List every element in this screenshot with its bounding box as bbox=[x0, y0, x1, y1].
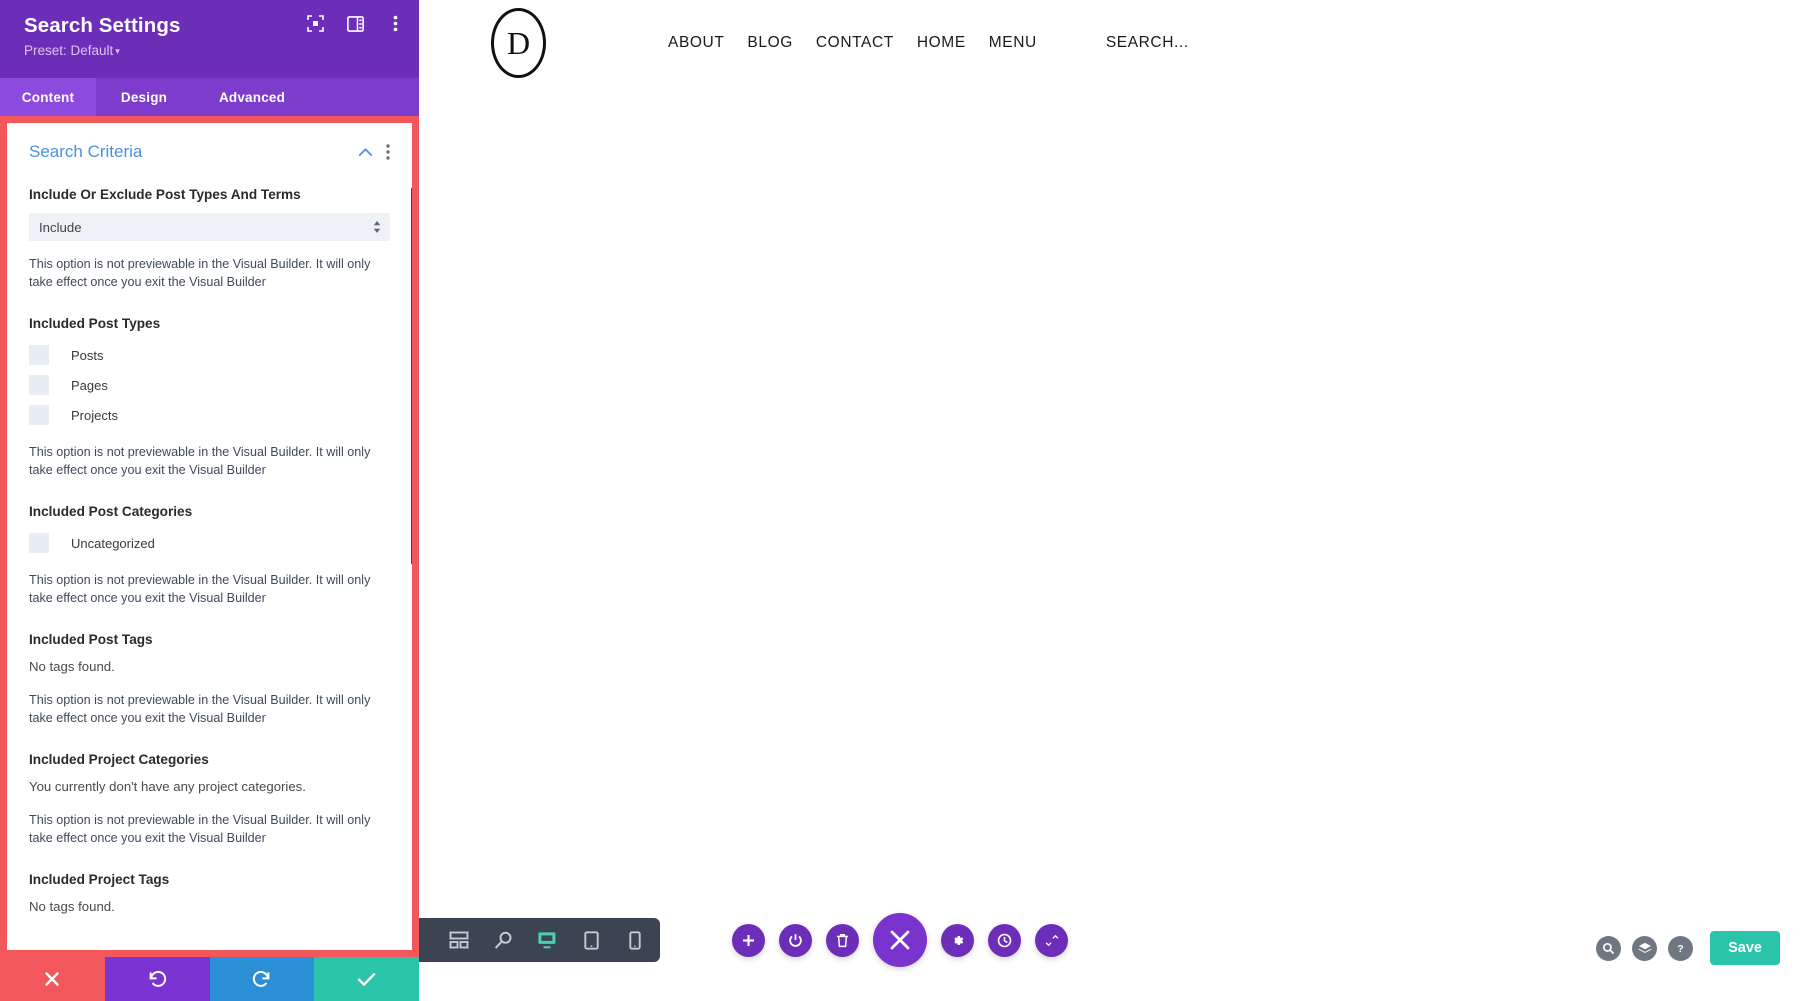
select-arrows-icon bbox=[373, 221, 381, 233]
checkbox-label-posts: Posts bbox=[71, 347, 104, 363]
group-label-included-post-types: Included Post Types bbox=[29, 316, 161, 331]
close-builder-button[interactable] bbox=[873, 913, 927, 967]
panel-header: Search Settings Preset: Default ▾ bbox=[0, 0, 419, 78]
empty-note-project-categories: You currently don't have any project cat… bbox=[29, 779, 306, 794]
section-title: Search Criteria bbox=[29, 142, 143, 161]
nav-item-blog[interactable]: BLOG bbox=[747, 34, 792, 52]
section-kebab-menu-icon[interactable] bbox=[386, 144, 390, 160]
panel-body: Search Criteria Include Or Exclude Post … bbox=[7, 123, 412, 950]
site-nav: ABOUT BLOG CONTACT HOME MENU SEARCH... bbox=[668, 34, 1189, 52]
panel-action-bar bbox=[0, 957, 419, 1001]
group-label-included-project-categories: Included Project Categories bbox=[29, 752, 209, 767]
checkbox-projects[interactable] bbox=[29, 405, 49, 425]
trash-button[interactable] bbox=[826, 923, 859, 957]
site-logo[interactable]: D bbox=[491, 8, 546, 78]
toolbar-zoom-icon[interactable] bbox=[488, 925, 518, 955]
group-label-included-post-tags: Included Post Tags bbox=[29, 632, 153, 647]
toolbar-desktop-icon[interactable] bbox=[532, 925, 562, 955]
tab-content[interactable]: Content bbox=[0, 78, 96, 116]
screen-root: D ABOUT BLOG CONTACT HOME MENU SEARCH... bbox=[0, 0, 1800, 1001]
hint-include-exclude: This option is not previewable in the Vi… bbox=[29, 257, 371, 289]
hint-included-post-tags: This option is not previewable in the Vi… bbox=[29, 693, 371, 725]
panel-header-icons bbox=[306, 14, 405, 33]
settings-button[interactable] bbox=[941, 923, 974, 957]
search-button[interactable] bbox=[1596, 935, 1622, 961]
panel-preset-label: Preset: Default bbox=[24, 43, 114, 58]
include-exclude-select[interactable]: Include bbox=[29, 213, 390, 241]
apply-button[interactable] bbox=[314, 957, 419, 1001]
chevron-down-icon: ▾ bbox=[115, 45, 120, 56]
nav-item-menu[interactable]: MENU bbox=[989, 34, 1037, 52]
checkbox-row-uncategorized[interactable]: Uncategorized bbox=[29, 529, 390, 557]
history-button[interactable] bbox=[988, 923, 1021, 957]
group-label-included-project-tags: Included Project Tags bbox=[29, 872, 170, 887]
checkbox-row-projects[interactable]: Projects bbox=[29, 401, 390, 429]
logo-letter: D bbox=[506, 24, 531, 61]
panel-preset-selector[interactable]: Preset: Default ▾ bbox=[24, 42, 401, 60]
builder-right-controls: ? Save bbox=[1596, 931, 1780, 965]
kebab-menu-icon[interactable] bbox=[386, 14, 405, 33]
page-canvas: D ABOUT BLOG CONTACT HOME MENU SEARCH... bbox=[419, 0, 1800, 1001]
nav-item-contact[interactable]: CONTACT bbox=[816, 34, 894, 52]
nav-item-about[interactable]: ABOUT bbox=[668, 34, 724, 52]
chevron-up-icon[interactable] bbox=[358, 147, 373, 157]
toolbar-phone-icon[interactable] bbox=[620, 925, 650, 955]
panel-tabs: Content Design Advanced bbox=[0, 78, 419, 116]
checkbox-uncategorized[interactable] bbox=[29, 533, 49, 553]
builder-main-controls bbox=[732, 913, 1068, 967]
site-header: D ABOUT BLOG CONTACT HOME MENU SEARCH... bbox=[419, 0, 1800, 86]
panel-scrollbar[interactable] bbox=[411, 187, 412, 565]
toolbar-tablet-icon[interactable] bbox=[576, 925, 606, 955]
focus-icon[interactable] bbox=[306, 14, 325, 33]
toggle-builder-button[interactable] bbox=[779, 923, 812, 957]
toolbar-wireframe-icon[interactable] bbox=[444, 925, 474, 955]
empty-note-post-tags: No tags found. bbox=[29, 659, 115, 674]
discard-button[interactable] bbox=[0, 957, 105, 1001]
checkbox-label-projects: Projects bbox=[71, 407, 118, 423]
checkbox-pages[interactable] bbox=[29, 375, 49, 395]
undo-button[interactable] bbox=[104, 957, 210, 1001]
section-header-search-criteria: Search Criteria bbox=[29, 141, 390, 163]
nav-item-home[interactable]: HOME bbox=[917, 34, 966, 52]
hint-included-post-types: This option is not previewable in the Vi… bbox=[29, 445, 371, 477]
save-button[interactable]: Save bbox=[1710, 931, 1780, 965]
panel-body-highlight: Search Criteria Include Or Exclude Post … bbox=[0, 116, 419, 957]
layout-panel-icon[interactable] bbox=[346, 14, 365, 33]
module-settings-panel: Search Settings Preset: Default ▾ Conten… bbox=[0, 0, 419, 1001]
tab-advanced[interactable]: Advanced bbox=[192, 78, 312, 116]
field-label-include-exclude: Include Or Exclude Post Types And Terms bbox=[29, 187, 301, 202]
empty-note-project-tags: No tags found. bbox=[29, 899, 115, 914]
checkbox-posts[interactable] bbox=[29, 345, 49, 365]
layers-button[interactable] bbox=[1632, 935, 1658, 961]
section-header-icons bbox=[358, 144, 390, 160]
field-include-exclude: Include Or Exclude Post Types And Terms … bbox=[29, 185, 390, 241]
add-section-button[interactable] bbox=[732, 923, 765, 957]
include-exclude-value: Include bbox=[39, 219, 82, 235]
tab-design[interactable]: Design bbox=[96, 78, 192, 116]
builder-device-toolbar bbox=[390, 918, 660, 962]
redo-button[interactable] bbox=[209, 957, 315, 1001]
checkbox-row-posts[interactable]: Posts bbox=[29, 341, 390, 369]
site-search-link[interactable]: SEARCH... bbox=[1106, 34, 1189, 52]
checkbox-label-uncategorized: Uncategorized bbox=[71, 535, 155, 551]
svg-text:?: ? bbox=[1677, 943, 1683, 955]
help-button[interactable]: ? bbox=[1668, 935, 1694, 961]
checkbox-label-pages: Pages bbox=[71, 377, 108, 393]
hint-included-project-categories: This option is not previewable in the Vi… bbox=[29, 813, 371, 845]
group-label-included-post-categories: Included Post Categories bbox=[29, 504, 193, 519]
hint-included-post-categories: This option is not previewable in the Vi… bbox=[29, 573, 371, 605]
reorder-button[interactable] bbox=[1035, 923, 1068, 957]
panel-scroll-area: Search Criteria Include Or Exclude Post … bbox=[7, 123, 412, 950]
checkbox-row-pages[interactable]: Pages bbox=[29, 371, 390, 399]
